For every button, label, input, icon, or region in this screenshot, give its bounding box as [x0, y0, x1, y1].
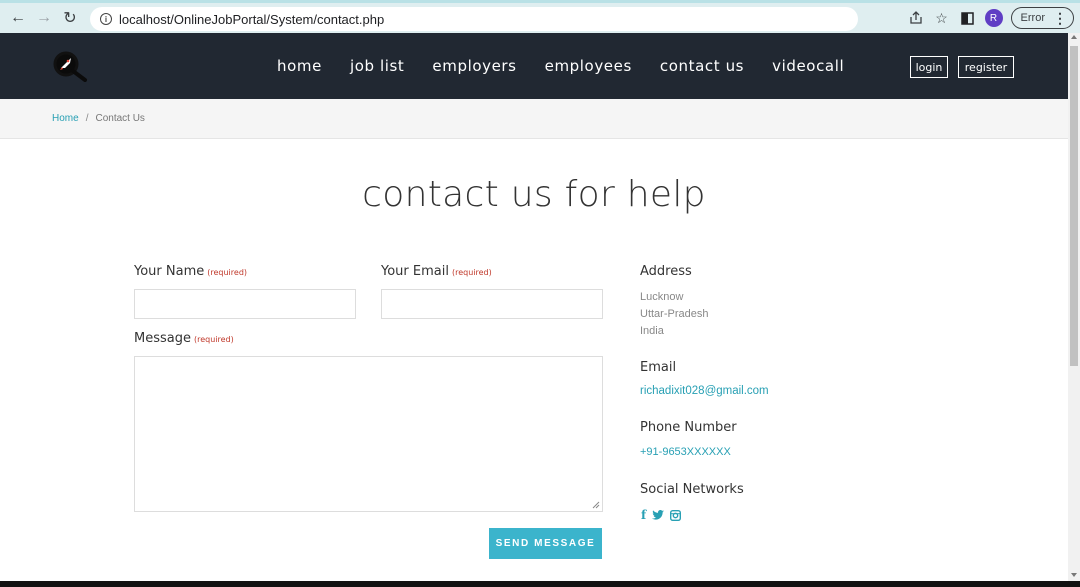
scroll-down-icon[interactable] — [1071, 573, 1077, 577]
nav-link-videocall[interactable]: videocall — [772, 57, 844, 75]
social-heading: Social Networks — [640, 482, 744, 497]
scroll-up-icon[interactable] — [1071, 35, 1077, 39]
address-block: Lucknow Uttar-Pradesh India — [640, 289, 708, 340]
instagram-icon[interactable] — [670, 509, 682, 521]
nav-link-job-list[interactable]: job list — [350, 57, 404, 75]
profile-avatar[interactable]: R — [984, 9, 1003, 27]
site-info-icon[interactable]: i — [100, 13, 112, 25]
required-hint: (required) — [207, 268, 248, 277]
register-button[interactable]: register — [958, 56, 1014, 78]
breadcrumb: Home / Contact Us — [0, 99, 1068, 139]
twitter-icon[interactable] — [652, 510, 665, 520]
scroll-thumb[interactable] — [1070, 46, 1078, 366]
kebab-menu-icon: ⋮ — [1053, 10, 1067, 26]
nav-link-employees[interactable]: employees — [545, 57, 632, 75]
send-message-button[interactable]: SEND MESSAGE — [489, 528, 602, 559]
message-label: Message (required) — [134, 331, 234, 346]
reload-icon[interactable]: ↻ — [57, 5, 83, 31]
message-textarea[interactable] — [134, 356, 603, 512]
address-line-city: Lucknow — [640, 291, 684, 303]
login-button[interactable]: login — [910, 56, 948, 78]
name-label: Your Name (required) — [134, 264, 247, 279]
social-links: f — [641, 508, 682, 522]
name-input[interactable] — [134, 289, 356, 319]
nav-link-home[interactable]: home — [277, 57, 322, 75]
address-line-state: Uttar-Pradesh — [640, 308, 709, 320]
breadcrumb-current: Contact Us — [95, 113, 145, 124]
breadcrumb-home-link[interactable]: Home — [52, 113, 79, 124]
email-link[interactable]: richadixit028@gmail.com — [640, 385, 769, 397]
back-icon[interactable]: ← — [5, 5, 31, 31]
browser-actions: ☆ R Error ⋮ — [907, 7, 1074, 29]
email-label-text: Your Email — [381, 264, 449, 279]
address-line-country: India — [640, 325, 664, 337]
bottom-edge — [0, 581, 1080, 587]
email-label: Your Email (required) — [381, 264, 492, 279]
error-menu-button[interactable]: Error ⋮ — [1010, 7, 1074, 29]
facebook-icon[interactable]: f — [641, 508, 646, 522]
page-title: contact us for help — [362, 174, 706, 215]
phone-heading: Phone Number — [640, 420, 737, 435]
message-label-text: Message — [134, 331, 191, 346]
address-bar[interactable]: i localhost/OnlineJobPortal/System/conta… — [90, 7, 858, 31]
nav-link-employers[interactable]: employers — [432, 57, 516, 75]
phone-link[interactable]: +91-9653XXXXXX — [640, 446, 731, 458]
name-label-text: Your Name — [134, 264, 205, 279]
bookmark-star-icon[interactable]: ☆ — [933, 9, 951, 27]
share-icon[interactable] — [907, 9, 925, 27]
required-hint: (required) — [451, 268, 492, 277]
logo-icon[interactable] — [52, 50, 88, 82]
email-input[interactable] — [381, 289, 603, 319]
resize-grip-icon[interactable] — [592, 501, 600, 509]
error-label: Error — [1020, 12, 1045, 24]
address-bar-url[interactable]: localhost/OnlineJobPortal/System/contact… — [119, 12, 384, 27]
side-panel-icon[interactable] — [959, 9, 977, 27]
address-heading: Address — [640, 264, 692, 279]
breadcrumb-separator: / — [85, 113, 89, 124]
required-hint: (required) — [193, 335, 234, 344]
forward-icon[interactable]: → — [31, 5, 57, 31]
browser-toolbar: ← → ↻ i localhost/OnlineJobPortal/System… — [0, 0, 1080, 33]
site-navbar: home job list employers employees contac… — [0, 33, 1068, 99]
nav-link-contact-us[interactable]: contact us — [660, 57, 744, 75]
main-menu: home job list employers employees contac… — [263, 33, 858, 99]
page-scrollbar[interactable] — [1068, 33, 1080, 581]
email-heading: Email — [640, 360, 677, 375]
